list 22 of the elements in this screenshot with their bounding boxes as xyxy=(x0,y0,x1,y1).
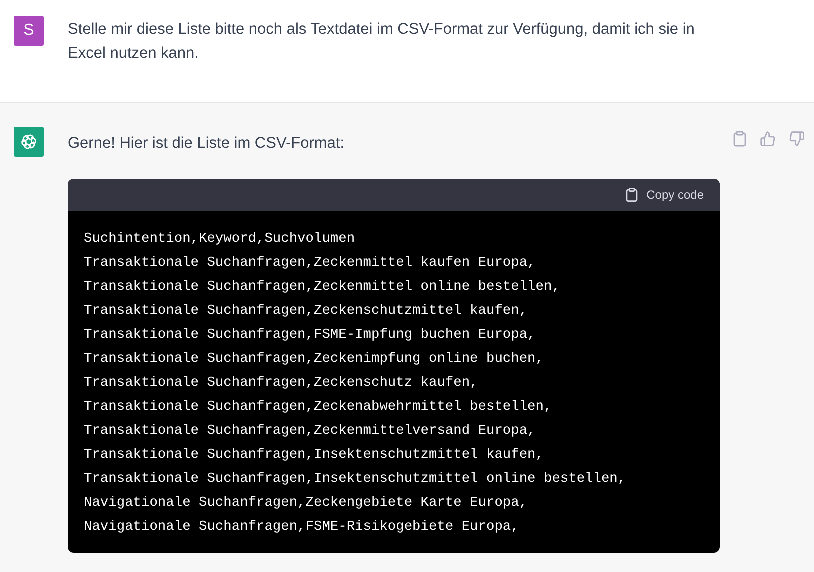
thumbs-down-icon[interactable] xyxy=(789,131,805,147)
code-line: Transaktionale Suchanfragen,Zeckenschutzmittel kaufen, xyxy=(84,303,529,321)
code-line: Transaktionale Suchanfragen,Zeckenmittelversand Europa, xyxy=(84,423,537,441)
user-avatar: S xyxy=(14,16,44,46)
code-line: Transaktionale Suchanfragen,FSME-Impfung buchen Europa, xyxy=(84,327,537,345)
code-line: Transaktionale Suchanfragen,Zeckenimpfung online buchen, xyxy=(84,351,545,369)
code-line: Transaktionale Suchanfragen,Zeckenschutz kaufen, xyxy=(84,375,480,393)
code-line: Transaktionale Suchanfragen,Insektenschutzmittel kaufen, xyxy=(84,447,545,465)
code-line: Navigationale Suchanfragen,FSME-Risikogebiete Europa, xyxy=(84,519,520,537)
code-line: Suchintention,Keyword,Suchvolumen xyxy=(84,231,356,249)
code-line: Transaktionale Suchanfragen,Zeckenmittel online bestellen, xyxy=(84,279,562,297)
thumbs-up-icon[interactable] xyxy=(760,131,776,147)
code-line: Transaktionale Suchanfragen,Zeckenabwehrmittel bestellen, xyxy=(84,399,554,417)
code-line: Navigationale Suchanfragen,Zeckengebiete Karte Europa, xyxy=(84,495,529,513)
copy-code-button[interactable]: Copy code xyxy=(626,188,704,202)
assistant-logo-icon xyxy=(14,127,44,157)
clipboard-icon[interactable] xyxy=(733,131,747,147)
message-text: Stelle mir diese Liste bitte noch als Textdatei im CSV-Format zur Verfügung, damit ich sie in Excel nutzen kann. xyxy=(68,20,696,64)
message-text: Gerne! Hier ist die Liste im CSV-Format: xyxy=(68,134,346,154)
code-line: Transaktionale Suchanfragen,Zeckenmittel kaufen Europa, xyxy=(84,255,537,273)
clipboard-icon xyxy=(626,188,638,202)
code-line: Transaktionale Suchanfragen,Insektenschutzmittel online bestellen, xyxy=(84,471,628,489)
